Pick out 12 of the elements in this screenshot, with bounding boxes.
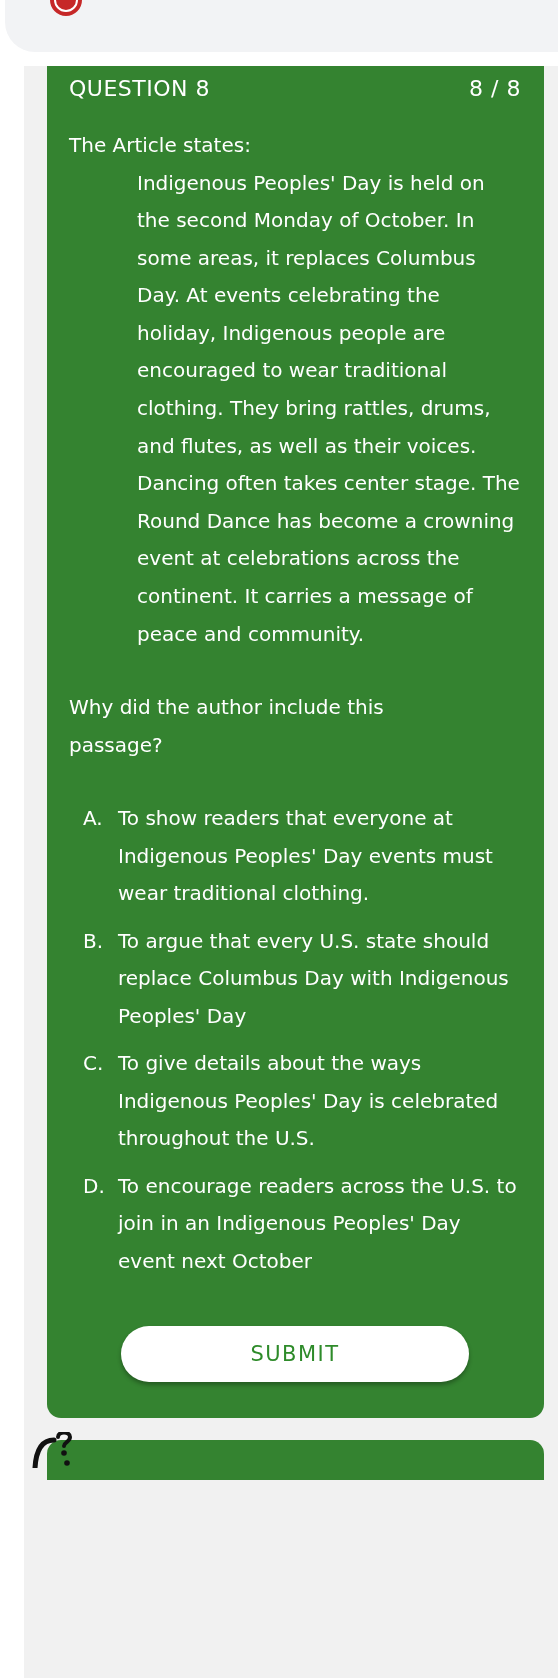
answer-option[interactable]: C. To give details about the ways Indigenous Peoples' Day is celebrated throughout the U.S. [83, 1045, 521, 1168]
question-counter: 8 / 8 [469, 76, 521, 101]
answer-option[interactable]: A. To show readers that everyone at Indigenous Peoples' Day events must wear traditional clothing. [83, 800, 521, 923]
question-text: Why did the author include this passage? [69, 694, 385, 759]
passage-text: Indigenous Peoples' Day is held on the second Monday of October. In some areas, it replaces Columbus Day. At events celebrating the holiday, Indigenous people are encouraged to wear traditional clothing. They bring rattles, drums, and flutes, as well as their voices. Dancing often takes center stage. The Round Dance has become a crowning event at celebrations across the continent. It carries a message of peace and community. [137, 169, 521, 648]
address-bar[interactable] [5, 0, 558, 52]
submit-button[interactable]: SUBMIT [121, 1326, 469, 1383]
question-number: QUESTION 8 [69, 76, 210, 101]
answer-option[interactable]: B. To argue that every U.S. state should replace Columbus Day with Indigenous Peoples' Day [83, 922, 521, 1046]
site-logo-icon [49, 0, 83, 16]
intro-text: The Article states: [69, 132, 252, 159]
answer-option[interactable]: D. To encourage readers across the U.S. to join in an Indigenous Peoples' Day event next October [83, 1167, 521, 1291]
